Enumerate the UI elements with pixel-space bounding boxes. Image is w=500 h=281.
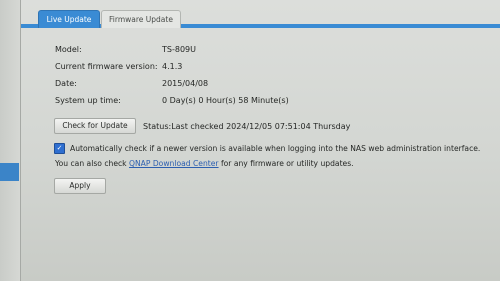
auto-check-label: Automatically check if a newer version i…	[70, 144, 481, 153]
firmware-version-label: Current firmware version:	[55, 62, 158, 71]
screen: Live Update Firmware Update Model: TS-80…	[0, 0, 500, 281]
tab-live-update[interactable]: Live Update	[38, 10, 100, 28]
uptime-label: System up time:	[55, 96, 121, 105]
sidebar-selected-indicator[interactable]	[0, 163, 19, 181]
note-suffix: for any firmware or utility updates.	[218, 159, 354, 168]
note-prefix: You can also check	[55, 159, 129, 168]
date-value: 2015/04/08	[162, 79, 209, 88]
model-label: Model:	[55, 45, 82, 54]
uptime-value: 0 Day(s) 0 Hour(s) 58 Minute(s)	[162, 96, 289, 105]
checkmark-icon: ✓	[56, 144, 63, 152]
check-for-update-button[interactable]: Check for Update	[54, 118, 136, 134]
download-center-note: You can also check QNAP Download Center …	[55, 159, 354, 168]
model-value: TS-809U	[162, 45, 196, 54]
qnap-download-center-link[interactable]: QNAP Download Center	[129, 159, 219, 168]
apply-button[interactable]: Apply	[54, 178, 106, 194]
update-status-text: Status:Last checked 2024/12/05 07:51:04 …	[143, 122, 351, 131]
frame-divider	[20, 0, 21, 281]
firmware-version-value: 4.1.3	[162, 62, 183, 71]
tab-firmware-update[interactable]: Firmware Update	[101, 10, 181, 28]
auto-check-checkbox[interactable]: ✓	[54, 143, 65, 154]
date-label: Date:	[55, 79, 77, 88]
left-frame	[0, 0, 20, 281]
